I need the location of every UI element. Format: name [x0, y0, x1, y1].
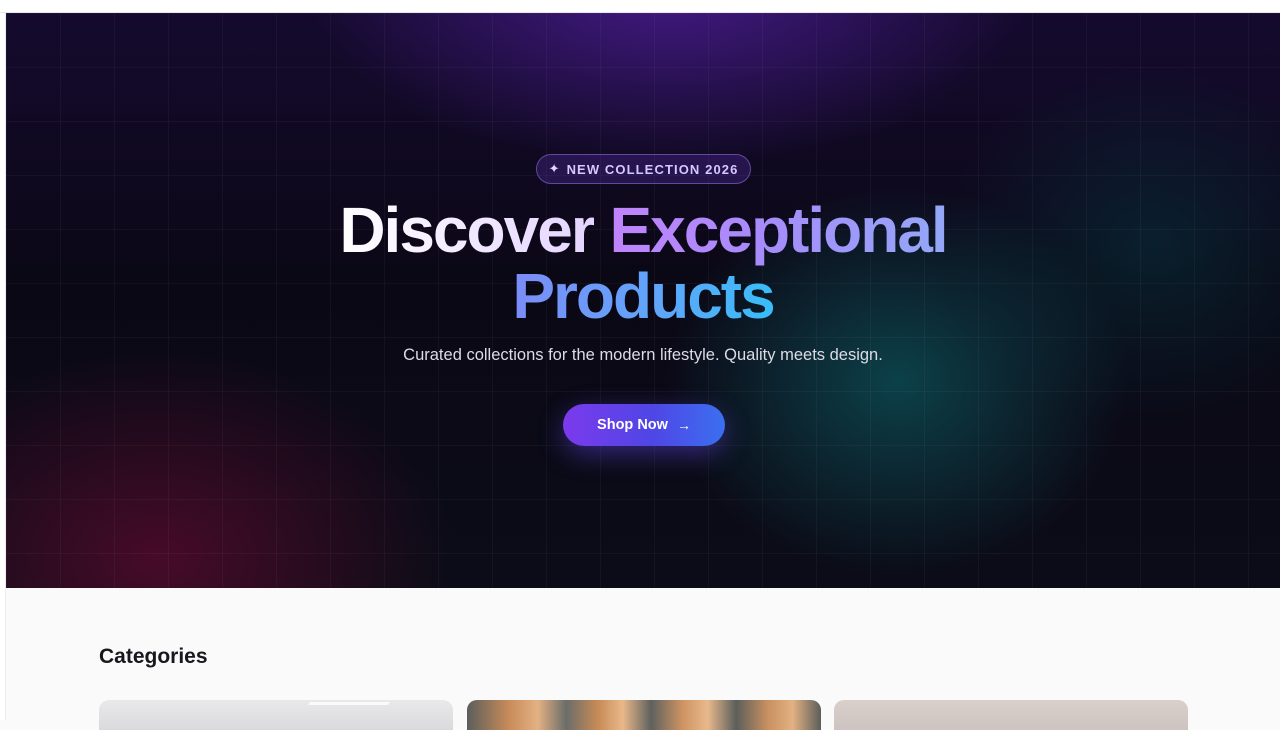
badge-label: NEW COLLECTION 2026: [566, 161, 739, 177]
new-collection-badge: ✦ NEW COLLECTION 2026: [536, 154, 751, 184]
shop-now-label: Shop Now: [597, 417, 668, 433]
headline-word-discover: Discover: [339, 194, 595, 266]
headline-word-products: Products: [512, 260, 775, 332]
category-cards: [99, 700, 1188, 730]
hero-headline: Discover Exceptional Products: [6, 197, 1280, 329]
sparkle-icon: ✦: [548, 161, 561, 176]
category-card-1[interactable]: [99, 700, 453, 730]
arrow-right-icon: →: [676, 417, 691, 433]
headline-word-exceptional: Exceptional: [609, 194, 948, 266]
category-card-3[interactable]: [834, 700, 1188, 730]
shop-now-button[interactable]: Shop Now →: [563, 404, 725, 446]
hero-subtitle: Curated collections for the modern lifes…: [403, 346, 883, 364]
category-card-2[interactable]: [467, 700, 821, 730]
categories-heading: Categories: [99, 645, 208, 668]
hero-section: ✦ NEW COLLECTION 2026 Discover Exception…: [6, 13, 1280, 588]
top-bar: [0, 0, 1280, 13]
